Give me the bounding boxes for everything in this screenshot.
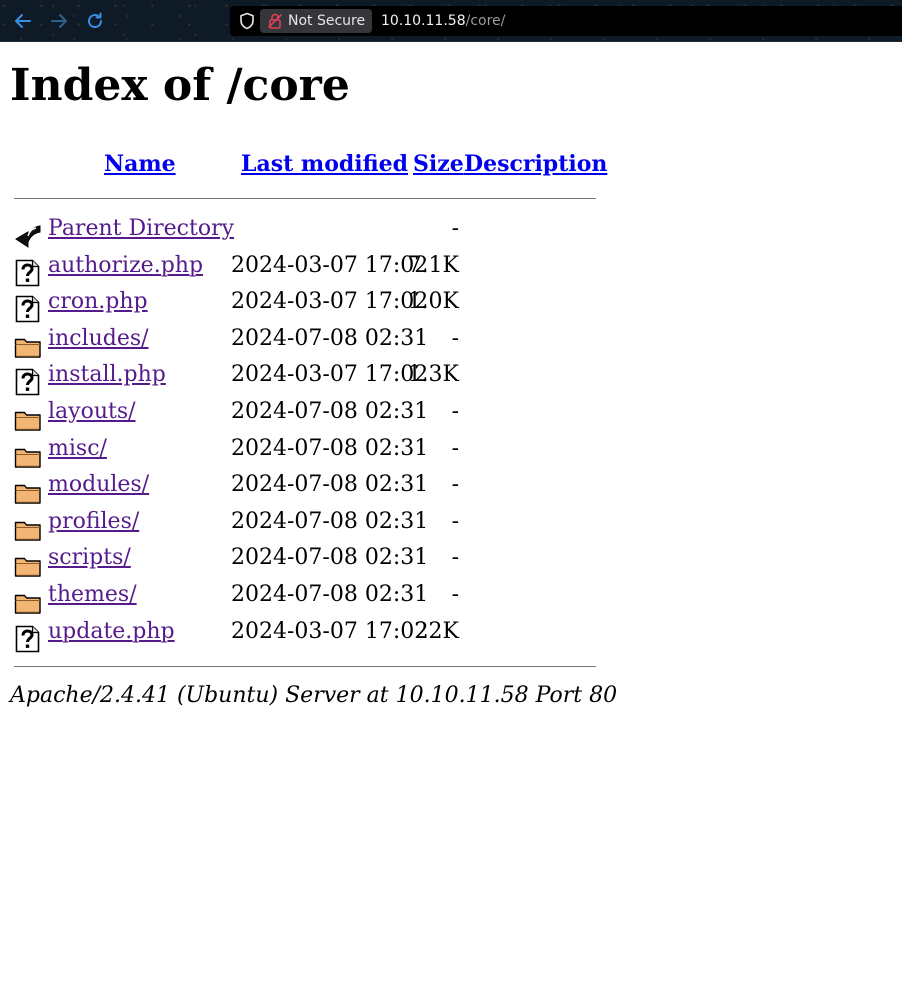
table-row: scripts/ 2024-07-08 02:31 - <box>0 543 620 580</box>
table-row: update.php 2024-03-07 17:02 22K <box>0 617 620 654</box>
entry-modified: 2024-03-07 17:02 <box>231 289 429 315</box>
entry-modified: 2024-07-08 02:31 <box>231 545 429 571</box>
entry-modified: 2024-07-08 02:31 <box>231 581 429 607</box>
security-indicator-button[interactable]: Not Secure <box>260 9 372 33</box>
table-row: authorize.php 2024-03-07 17:02 7.1K <box>0 251 620 288</box>
header-divider <box>14 198 596 199</box>
forward-arrow-icon[interactable] <box>49 11 69 31</box>
entry-link[interactable]: themes/ <box>48 582 137 607</box>
entry-link[interactable]: scripts/ <box>48 545 131 570</box>
file-listing: Parent Directory - authorize.php 2024-03… <box>0 214 620 653</box>
entry-link[interactable]: layouts/ <box>48 399 136 424</box>
entry-size: 1.0K <box>407 289 459 315</box>
unknown-file-icon <box>14 625 42 653</box>
back-icon <box>14 222 42 250</box>
table-row: cron.php 2024-03-07 17:02 1.0K <box>0 287 620 324</box>
table-row: misc/ 2024-07-08 02:31 - <box>0 434 620 471</box>
entry-size: - <box>451 508 459 534</box>
tracking-protection-shield-icon[interactable] <box>238 12 256 30</box>
unknown-file-icon <box>14 259 42 287</box>
entry-link[interactable]: authorize.php <box>48 253 203 278</box>
table-row: includes/ 2024-07-08 02:31 - <box>0 324 620 361</box>
page-title: Index of /core <box>10 60 350 111</box>
entry-size: - <box>451 325 459 351</box>
footer-divider <box>14 666 596 667</box>
entry-link[interactable]: cron.php <box>48 289 148 314</box>
entry-size: 7.1K <box>407 252 459 278</box>
entry-modified: 2024-03-07 17:02 <box>231 618 429 644</box>
address-bar[interactable]: Not Secure 10.10.11.58/core/ <box>230 6 902 36</box>
folder-icon <box>14 551 42 579</box>
table-row: profiles/ 2024-07-08 02:31 - <box>0 507 620 544</box>
entry-modified: 2024-07-08 02:31 <box>231 435 429 461</box>
entry-size: - <box>451 216 459 241</box>
entry-link[interactable]: update.php <box>48 619 175 644</box>
sort-by-size-link[interactable]: Size <box>413 151 464 177</box>
entry-modified: 2024-03-07 17:02 <box>231 252 429 278</box>
folder-icon <box>14 442 42 470</box>
folder-icon <box>14 515 42 543</box>
entry-size: - <box>451 581 459 607</box>
entry-link[interactable]: misc/ <box>48 436 107 461</box>
back-arrow-icon[interactable] <box>13 11 33 31</box>
page-content: Index of /core Name Last modified Size D… <box>0 42 902 994</box>
table-row: layouts/ 2024-07-08 02:31 - <box>0 397 620 434</box>
url-host: 10.10.11.58 <box>381 13 466 29</box>
unknown-file-icon <box>14 295 42 323</box>
entry-link[interactable]: includes/ <box>48 326 149 351</box>
sort-by-name-link[interactable]: Name <box>104 151 176 177</box>
entry-modified: 2024-07-08 02:31 <box>231 472 429 498</box>
entry-size: 1.3K <box>407 362 459 388</box>
entry-size: - <box>451 472 459 498</box>
security-label: Not Secure <box>288 13 366 29</box>
sort-by-last-modified-link[interactable]: Last modified <box>241 151 408 177</box>
entry-link[interactable]: modules/ <box>48 472 149 497</box>
entry-modified: 2024-07-08 02:31 <box>231 325 429 351</box>
entry-link[interactable]: profiles/ <box>48 509 139 534</box>
unknown-file-icon <box>14 368 42 396</box>
entry-link[interactable]: install.php <box>48 362 166 387</box>
table-row: Parent Directory - <box>0 214 620 251</box>
url-text[interactable]: 10.10.11.58/core/ <box>381 13 505 29</box>
entry-modified: 2024-07-08 02:31 <box>231 508 429 534</box>
folder-icon <box>14 478 42 506</box>
folder-icon <box>14 332 42 360</box>
entry-size: - <box>451 545 459 571</box>
browser-toolbar: Not Secure 10.10.11.58/core/ <box>0 0 902 42</box>
insecure-lock-icon <box>268 13 282 29</box>
entry-modified: 2024-03-07 17:02 <box>231 362 429 388</box>
table-row: themes/ 2024-07-08 02:31 - <box>0 580 620 617</box>
entry-size: - <box>451 435 459 461</box>
table-row: install.php 2024-03-07 17:02 1.3K <box>0 360 620 397</box>
table-row: modules/ 2024-07-08 02:31 - <box>0 470 620 507</box>
entry-link[interactable]: Parent Directory <box>48 216 234 241</box>
server-signature: Apache/2.4.41 (Ubuntu) Server at 10.10.1… <box>10 683 618 708</box>
url-path: /core/ <box>465 13 506 29</box>
folder-icon <box>14 588 42 616</box>
reload-icon[interactable] <box>85 11 105 31</box>
entry-size: 22K <box>414 618 459 644</box>
entry-size: - <box>451 398 459 424</box>
entry-modified: 2024-07-08 02:31 <box>231 398 429 424</box>
sort-by-description-link[interactable]: Description <box>464 151 607 177</box>
folder-icon <box>14 405 42 433</box>
